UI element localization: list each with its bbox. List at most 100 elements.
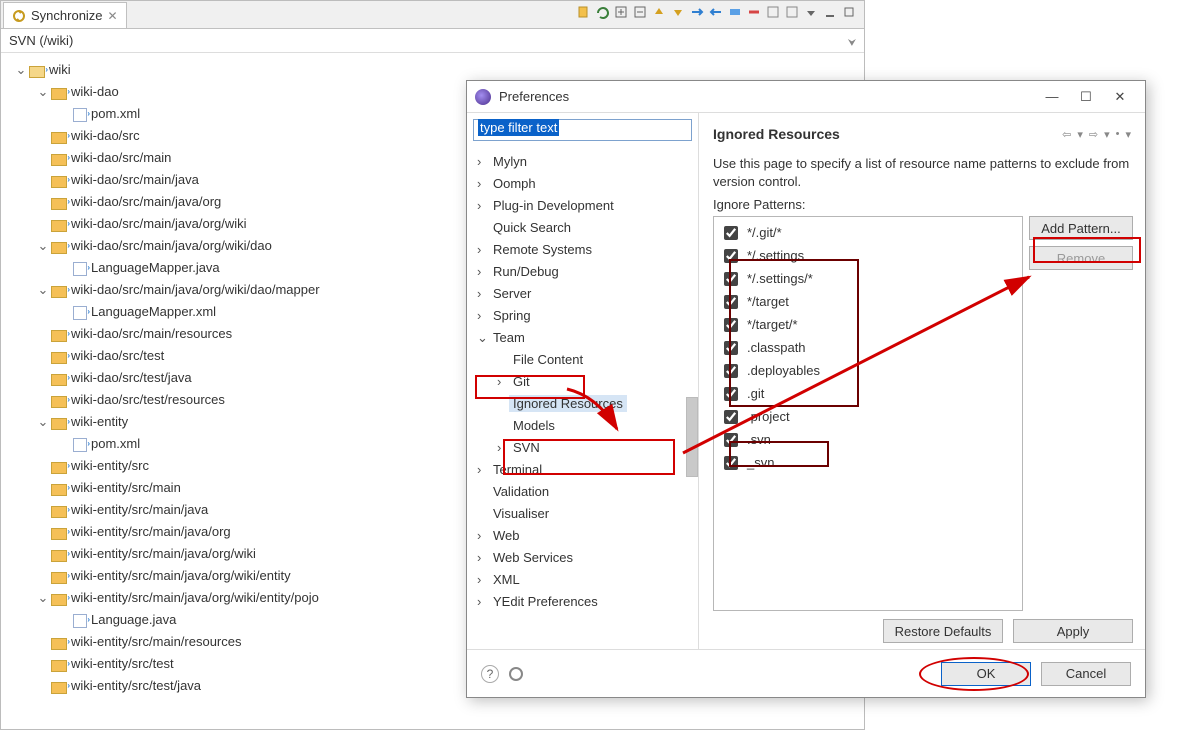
twisty-icon[interactable]: › — [477, 459, 489, 481]
collapse-arrow-icon[interactable]: ⮟ — [844, 35, 860, 51]
nav-item[interactable]: ›Terminal — [477, 459, 696, 481]
pattern-checkbox[interactable] — [724, 341, 738, 355]
pattern-checkbox[interactable] — [724, 295, 738, 309]
nav-item[interactable]: Quick Search — [477, 217, 696, 239]
pattern-checkbox[interactable] — [724, 272, 738, 286]
expand-icon[interactable] — [614, 5, 630, 21]
apply-button[interactable]: Apply — [1013, 619, 1133, 643]
record-icon[interactable] — [509, 667, 523, 681]
twisty-icon[interactable]: › — [477, 239, 489, 261]
pattern-checkbox[interactable] — [724, 410, 738, 424]
synchronize-tab[interactable]: Synchronize ✕ — [3, 2, 127, 28]
nav-item[interactable]: Validation — [477, 481, 696, 503]
both-icon[interactable] — [728, 5, 744, 21]
minimize-button[interactable]: — — [1035, 85, 1069, 109]
filter-input[interactable]: type filter text — [473, 119, 692, 141]
pattern-checkbox[interactable] — [724, 387, 738, 401]
nav-item[interactable]: ›Server — [477, 283, 696, 305]
back-menu-icon[interactable]: ▾ — [1075, 128, 1085, 141]
nav-item[interactable]: ›Remote Systems — [477, 239, 696, 261]
nav-item[interactable]: ›Oomph — [477, 173, 696, 195]
conflict-icon[interactable] — [747, 5, 763, 21]
nav-item[interactable]: ›Git — [477, 371, 696, 393]
pattern-item[interactable]: .svn — [720, 428, 1016, 451]
maximize-button[interactable]: ☐ — [1069, 85, 1103, 109]
pattern-item[interactable]: .classpath — [720, 336, 1016, 359]
ignore-patterns-list[interactable]: */.git/**/.settings*/.settings/**/target… — [713, 216, 1023, 611]
twisty-icon[interactable]: ⌄ — [15, 59, 27, 81]
pattern-checkbox[interactable] — [724, 456, 738, 470]
forward-menu-icon[interactable]: ▾ — [1102, 128, 1112, 141]
maximize-icon[interactable] — [842, 5, 858, 21]
help-icon[interactable]: ? — [481, 665, 499, 683]
twisty-icon[interactable]: › — [477, 261, 489, 283]
forward-icon[interactable]: ⇨ — [1087, 128, 1100, 141]
cancel-button[interactable]: Cancel — [1041, 662, 1131, 686]
collapse-icon[interactable] — [633, 5, 649, 21]
view-menu-icon[interactable] — [804, 5, 820, 21]
pattern-checkbox[interactable] — [724, 226, 738, 240]
nav-item[interactable]: ›YEdit Preferences — [477, 591, 696, 613]
twisty-icon[interactable]: › — [477, 151, 489, 173]
pattern-item[interactable]: .deployables — [720, 359, 1016, 382]
nav-item[interactable]: ›Web Services — [477, 547, 696, 569]
pattern-item[interactable]: */.settings — [720, 244, 1016, 267]
outgoing-icon[interactable] — [709, 5, 725, 21]
pattern-checkbox[interactable] — [724, 249, 738, 263]
close-button[interactable]: ✕ — [1103, 85, 1137, 109]
minimize-icon[interactable] — [823, 5, 839, 21]
tree-folder[interactable]: ⌄›wiki — [11, 59, 854, 81]
pattern-item[interactable]: */.settings/* — [720, 267, 1016, 290]
pattern-item[interactable]: */target/* — [720, 313, 1016, 336]
pattern-checkbox[interactable] — [724, 364, 738, 378]
nav-item[interactable]: File Content — [477, 349, 696, 371]
up-icon[interactable] — [652, 5, 668, 21]
pattern-checkbox[interactable] — [724, 433, 738, 447]
nav-item[interactable]: ›Web — [477, 525, 696, 547]
nav-item[interactable]: ›Run/Debug — [477, 261, 696, 283]
twisty-icon[interactable]: › — [497, 371, 509, 393]
commit-icon[interactable] — [766, 5, 782, 21]
pattern-item[interactable]: _svn — [720, 451, 1016, 474]
twisty-icon[interactable]: ⌄ — [37, 81, 49, 103]
twisty-icon[interactable]: › — [477, 591, 489, 613]
add-pattern-button[interactable]: Add Pattern... — [1029, 216, 1133, 240]
nav-item[interactable]: ›Mylyn — [477, 151, 696, 173]
preference-tree[interactable]: ›Mylyn›Oomph›Plug-in DevelopmentQuick Se… — [467, 147, 698, 649]
twisty-icon[interactable]: › — [477, 547, 489, 569]
pattern-checkbox[interactable] — [724, 318, 738, 332]
nav-item[interactable]: ›Spring — [477, 305, 696, 327]
scrollbar-thumb[interactable] — [686, 397, 698, 477]
pattern-item[interactable]: */.git/* — [720, 221, 1016, 244]
twisty-icon[interactable]: › — [477, 173, 489, 195]
nav-item[interactable]: Models — [477, 415, 696, 437]
back-icon[interactable]: ⇦ — [1060, 128, 1073, 141]
nav-item[interactable]: Visualiser — [477, 503, 696, 525]
twisty-icon[interactable]: › — [477, 525, 489, 547]
nav-item[interactable]: ⌄Team — [477, 327, 696, 349]
ok-button[interactable]: OK — [941, 662, 1031, 686]
twisty-icon[interactable]: ⌄ — [37, 587, 49, 609]
nav-item[interactable]: ›SVN — [477, 437, 696, 459]
twisty-icon[interactable]: › — [477, 283, 489, 305]
twisty-icon[interactable]: › — [477, 305, 489, 327]
twisty-icon[interactable]: ⌄ — [37, 279, 49, 301]
restore-defaults-button[interactable]: Restore Defaults — [883, 619, 1003, 643]
pattern-item[interactable]: */target — [720, 290, 1016, 313]
twisty-icon[interactable]: › — [477, 569, 489, 591]
twisty-icon[interactable]: ⌄ — [37, 235, 49, 257]
refresh-icon[interactable] — [595, 5, 611, 21]
pin-icon[interactable] — [576, 5, 592, 21]
pattern-item[interactable]: .git — [720, 382, 1016, 405]
twisty-icon[interactable]: ⌄ — [477, 327, 489, 349]
twisty-icon[interactable]: › — [497, 437, 509, 459]
close-icon[interactable]: ✕ — [108, 9, 118, 23]
update-icon[interactable] — [785, 5, 801, 21]
page-menu-icon[interactable]: ▾ — [1123, 128, 1133, 141]
nav-item[interactable]: ›Plug-in Development — [477, 195, 696, 217]
pattern-item[interactable]: .project — [720, 405, 1016, 428]
twisty-icon[interactable]: › — [477, 195, 489, 217]
nav-item[interactable]: ›XML — [477, 569, 696, 591]
incoming-icon[interactable] — [690, 5, 706, 21]
down-icon[interactable] — [671, 5, 687, 21]
